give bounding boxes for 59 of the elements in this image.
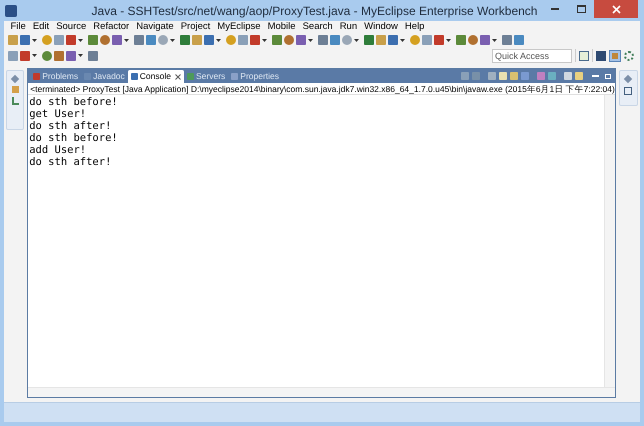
view-icon [33,72,40,80]
app-icon [5,4,17,16]
menu-item[interactable]: Window [360,20,402,35]
round-tool-icon[interactable] [100,35,110,45]
round-tool-icon[interactable] [410,35,420,45]
console-header: <terminated> ProxyTest [Java Application] D:\myeclipse2014\binary\com.sun.java.jdk7.win32.x86_64_1.7.0.u45\bin\javaw.exe (2015年6月1日 下午7:22:04) [28,83,615,95]
dropdown-arrow-icon[interactable] [308,38,313,42]
menu-item[interactable]: MyEclipse [214,20,264,35]
quick-access-field[interactable]: Quick Access [492,48,572,62]
console-output-line: do sth after! [29,156,112,168]
menu-item[interactable]: Navigate [132,20,178,35]
minimize-icon[interactable] [592,75,599,77]
close-icon [612,4,620,14]
dropdown-arrow-icon[interactable] [78,38,83,42]
round-tool-icon[interactable] [468,35,478,45]
menu-item[interactable]: Search [299,20,336,35]
view-icon [186,72,194,80]
dropdown-arrow-icon[interactable] [170,38,175,42]
dropdown-arrow-icon[interactable] [32,38,37,42]
console-output-line: do sth after! [29,120,112,132]
dropdown-arrow-icon[interactable] [446,38,451,42]
console-output-line: get User! [29,108,86,120]
menu-item[interactable]: Mobile [264,20,300,35]
close-button[interactable] [594,0,638,18]
window-icon[interactable] [624,87,632,95]
dropdown-arrow-icon[interactable] [32,54,37,57]
dropdown-arrow-icon[interactable] [78,54,83,57]
view-icon [130,73,138,80]
view-tab[interactable]: Problems [30,69,82,83]
maximize-icon[interactable] [604,74,611,78]
round-tool-icon[interactable] [284,35,294,45]
dropdown-arrow-icon[interactable] [124,38,129,42]
view-tab[interactable]: Servers [184,69,228,83]
dropdown-arrow-icon[interactable] [262,38,267,42]
console-output-line: do sth before! [29,132,118,144]
menu-item[interactable]: Edit [29,20,53,35]
menu-item[interactable]: Refactor [90,20,133,35]
pin-icon[interactable] [10,74,20,84]
menu-item[interactable]: Run [336,20,361,35]
console-output-line: add User! [29,144,86,156]
menu-item[interactable]: Project [177,20,214,35]
scrollbar[interactable] [604,95,615,387]
dropdown-arrow-icon[interactable] [216,38,221,42]
menu-item[interactable]: Source [52,20,90,35]
view-tab[interactable]: Properties [228,69,282,83]
console-output-line: do sth before! [29,96,118,108]
view-tab[interactable]: Console [128,70,184,83]
dropdown-arrow-icon[interactable] [492,38,497,42]
dropdown-arrow-icon[interactable] [400,38,405,42]
menu-item[interactable]: File [7,20,30,35]
window-title: Java - SSHTest/src/net/wang/aop/ProxyTest.java - MyEclipse Enterprise Workbench [92,2,538,20]
menu-item[interactable]: Help [401,20,428,35]
round-tool-icon[interactable] [226,35,236,45]
pin-icon[interactable] [624,74,633,84]
view-icon [231,72,238,80]
dropdown-arrow-icon[interactable] [354,38,359,42]
view-tab[interactable]: Javadoc [81,69,128,83]
horizontal-scrollbar[interactable] [28,387,615,397]
close-icon[interactable] [174,74,181,80]
